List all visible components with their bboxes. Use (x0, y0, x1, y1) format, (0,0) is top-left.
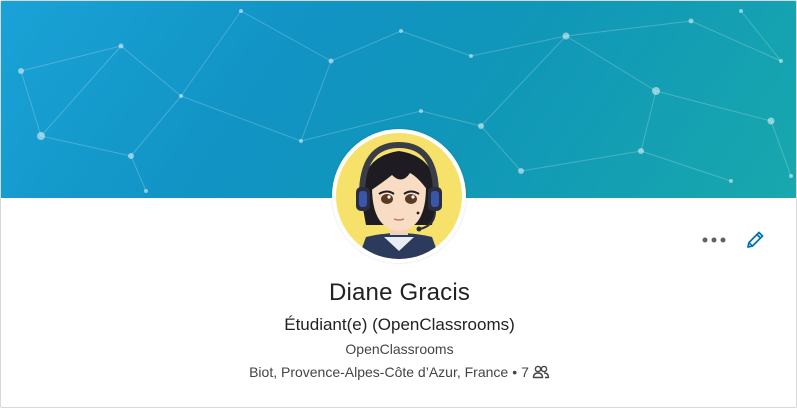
profile-avatar[interactable] (332, 129, 466, 263)
profile-company[interactable]: OpenClassrooms (1, 341, 796, 357)
edit-profile-button[interactable] (744, 229, 766, 251)
separator-dot: • (512, 364, 518, 380)
connections-count: 7 (521, 364, 529, 380)
profile-actions (702, 229, 766, 251)
more-horizontal-icon (702, 237, 726, 243)
profile-location: Biot, Provence-Alpes-Côte d’Azur, France (249, 364, 509, 380)
pencil-icon (747, 231, 764, 248)
avatar-illustration (336, 133, 462, 259)
profile-headline: Étudiant(e) (OpenClassrooms) (284, 315, 515, 334)
profile-name: Diane Gracis (328, 279, 471, 306)
people-icon (532, 365, 550, 379)
more-actions-button[interactable] (702, 229, 726, 251)
connections-link[interactable]: 7 (521, 364, 550, 380)
profile-location-line: Biot, Provence-Alpes-Côte d’Azur, France… (1, 364, 796, 380)
profile-card: Diane Gracis Étudiant(e) (OpenClassrooms… (0, 0, 797, 408)
